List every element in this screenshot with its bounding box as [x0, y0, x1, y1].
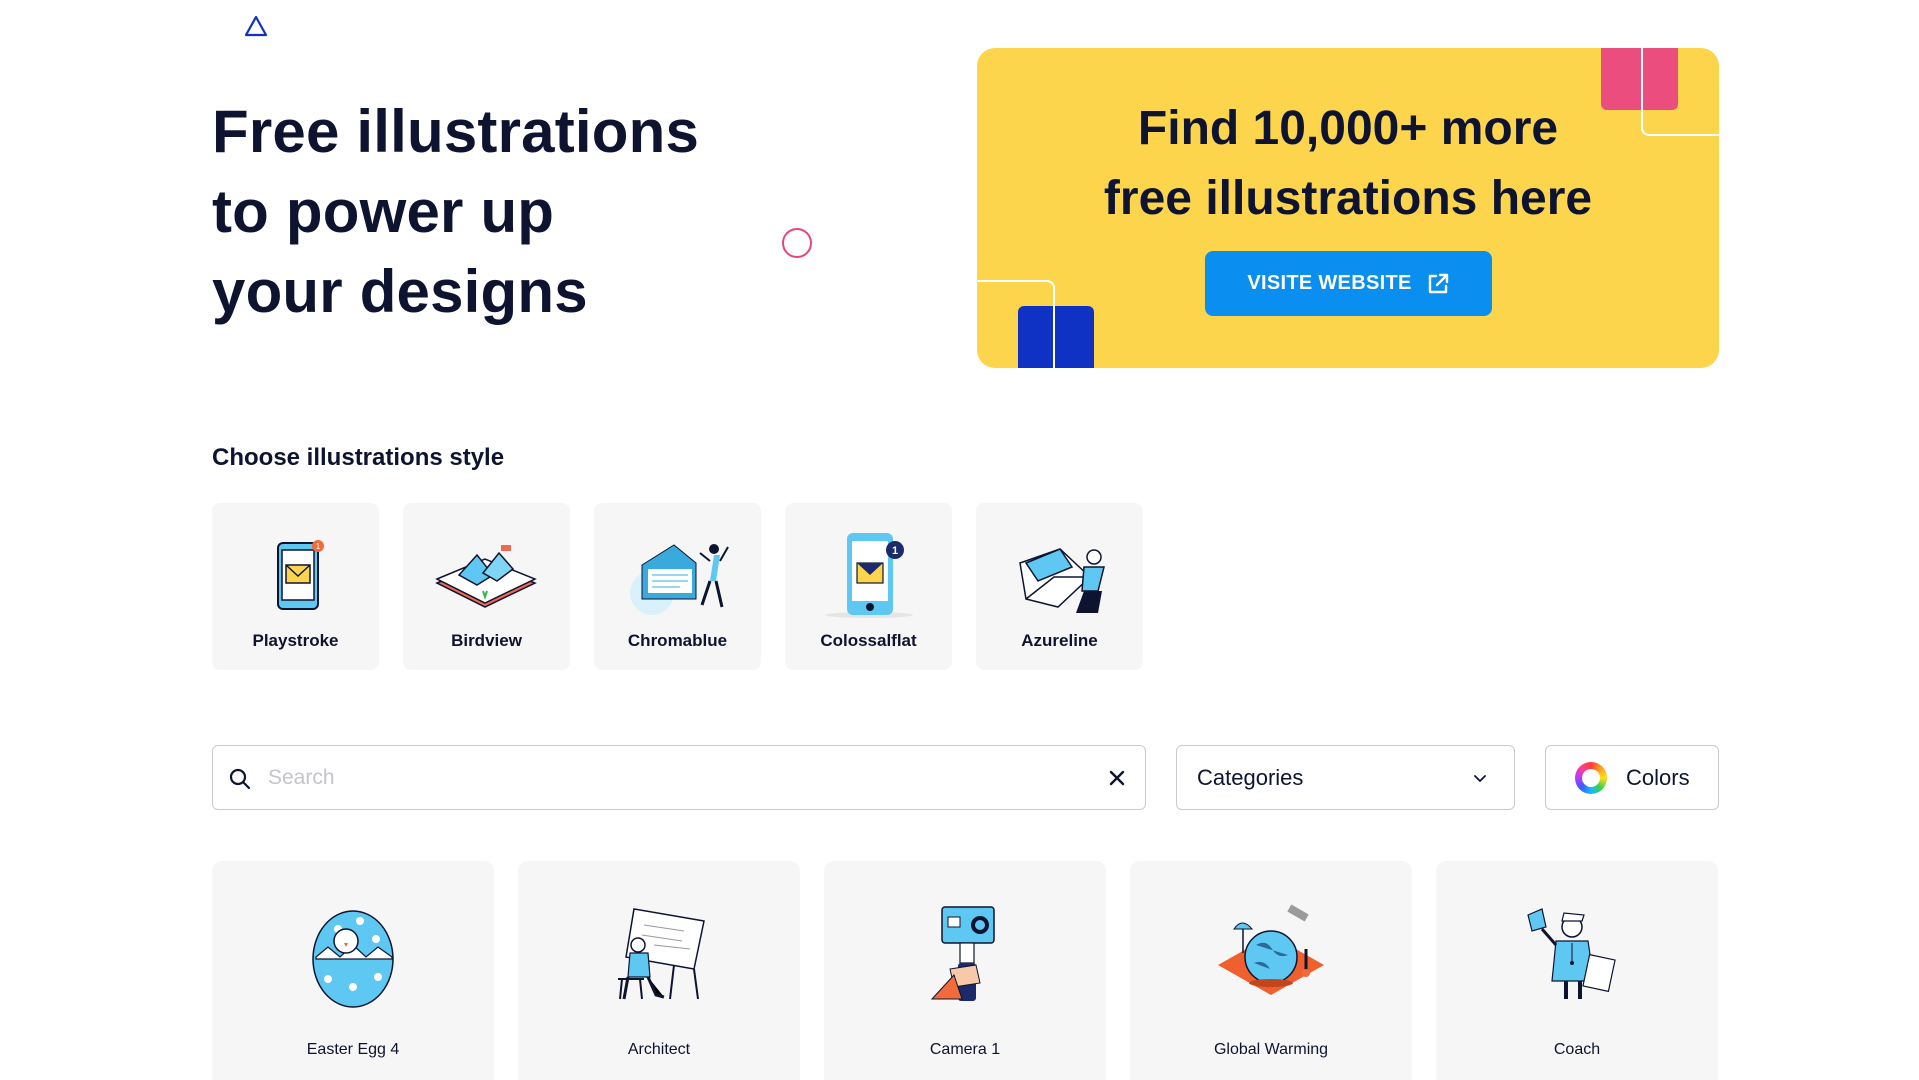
- search-input[interactable]: [268, 758, 1088, 798]
- colors-button[interactable]: Colors: [1545, 745, 1719, 810]
- style-label: Azureline: [1021, 631, 1098, 650]
- style-label: Chromablue: [627, 631, 728, 650]
- svg-text:1: 1: [892, 545, 898, 557]
- isometric-envelope-icon: [435, 545, 537, 608]
- categories-label: Categories: [1197, 765, 1304, 790]
- clear-search-icon[interactable]: [1105, 766, 1129, 790]
- envelope-person-icon: [630, 544, 729, 615]
- style-label: Birdview: [451, 631, 522, 650]
- categories-dropdown[interactable]: Categories: [1176, 745, 1515, 810]
- promo-banner: Find 10,000+ more free illustrations her…: [977, 48, 1719, 368]
- triangle-decoration-icon: [244, 15, 268, 37]
- globe-icon: [1218, 904, 1324, 995]
- phone-notification-icon: 1: [825, 533, 913, 618]
- color-wheel-icon: [1575, 762, 1607, 794]
- visit-website-button[interactable]: VISITE WEBSITE: [1205, 251, 1492, 316]
- hero-title: Free illustrations to power up your desi…: [212, 92, 832, 332]
- coach-icon: [1527, 908, 1616, 999]
- style-card-birdview[interactable]: Birdview: [403, 503, 570, 670]
- visit-website-label: VISITE WEBSITE: [1247, 272, 1412, 294]
- promo-title: Find 10,000+ more free illustrations her…: [977, 94, 1719, 234]
- illustration-label: Easter Egg 4: [306, 1041, 400, 1058]
- illustration-label: Coach: [1553, 1041, 1601, 1058]
- chevron-down-icon: [1474, 775, 1486, 782]
- hero-title-line: Free illustrations: [212, 98, 700, 165]
- promo-title-line: free illustrations here: [1103, 172, 1593, 225]
- illustration-label: Architect: [627, 1041, 691, 1058]
- style-card-colossalflat[interactable]: 1 Colossalflat: [785, 503, 952, 670]
- illustration-card[interactable]: Camera 1: [824, 861, 1106, 1080]
- illustration-card[interactable]: Global Warming: [1130, 861, 1412, 1080]
- illustration-card[interactable]: Easter Egg 4: [212, 861, 494, 1080]
- style-card-playstroke[interactable]: 1 Playstroke: [212, 503, 379, 670]
- promo-title-line: Find 10,000+ more: [1137, 102, 1559, 155]
- illustration-card[interactable]: Architect: [518, 861, 800, 1080]
- style-card-azureline[interactable]: Azureline: [976, 503, 1143, 670]
- outline-decoration: [977, 280, 1055, 368]
- style-label: Colossalflat: [820, 631, 917, 650]
- envelope-person-outline-icon: [1019, 548, 1105, 613]
- illustration-label: Camera 1: [929, 1041, 1001, 1058]
- illustration-label: Global Warming: [1213, 1041, 1329, 1058]
- search-icon: [229, 768, 251, 790]
- illustration-grid: Easter Egg 4 Architect Camera 1 Global W…: [212, 861, 1718, 1080]
- search-field: [212, 745, 1146, 810]
- style-list: 1 Playstroke Birdview Chromablue 1 Colos…: [212, 503, 1143, 670]
- svg-text:1: 1: [316, 542, 321, 551]
- colors-label: Colors: [1626, 765, 1690, 790]
- hero-title-line: your designs: [212, 258, 588, 325]
- style-card-chromablue[interactable]: Chromablue: [594, 503, 761, 670]
- architect-icon: [618, 908, 705, 1000]
- illustration-card[interactable]: Coach: [1436, 861, 1718, 1080]
- phone-envelope-icon: 1: [277, 540, 324, 610]
- external-link-icon: [1428, 273, 1448, 293]
- easter-egg-icon: [312, 910, 394, 1008]
- camera-icon: [930, 906, 995, 1001]
- styles-heading: Choose illustrations style: [212, 444, 505, 471]
- style-label: Playstroke: [252, 631, 339, 650]
- hero-title-line: to power up: [212, 178, 555, 245]
